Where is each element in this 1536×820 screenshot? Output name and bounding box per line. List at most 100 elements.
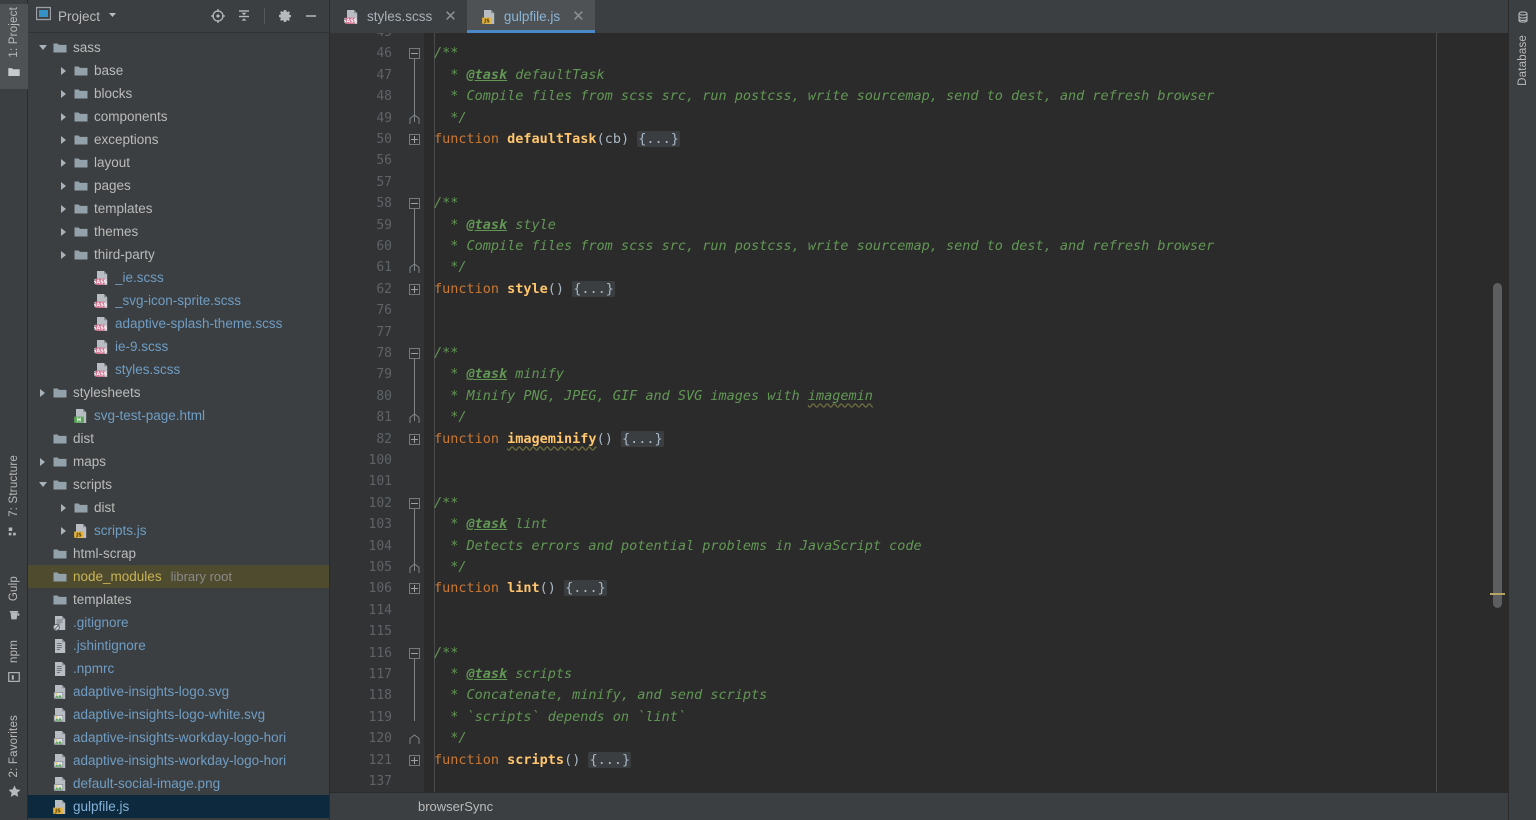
fold-expand-icon[interactable]	[409, 283, 420, 295]
code-line[interactable]: */	[424, 108, 466, 129]
tree-folder-row[interactable]: layout	[28, 151, 329, 174]
code-line[interactable]: /**	[424, 343, 458, 364]
chevron-right-icon[interactable]	[57, 225, 70, 238]
tree-folder-row[interactable]: dist	[28, 496, 329, 519]
tool-window-button-database[interactable]: Database	[1509, 6, 1536, 91]
tree-folder-row[interactable]: exceptions	[28, 128, 329, 151]
tool-window-button-structure[interactable]: 7: Structure	[0, 452, 28, 548]
code-line[interactable]	[424, 322, 434, 343]
code-line[interactable]: * @task scripts	[424, 664, 572, 685]
code-line[interactable]: function imageminify() {...}	[424, 429, 664, 450]
tree-folder-row[interactable]: sass	[28, 36, 329, 59]
code-line[interactable]	[424, 471, 434, 492]
code-line[interactable]: */	[424, 407, 466, 428]
tree-folder-row[interactable]: templates	[28, 588, 329, 611]
code-line[interactable]: function style() {...}	[424, 279, 615, 300]
code-text-area[interactable]: /** * @task defaultTask * Compile files …	[424, 33, 1508, 792]
project-file-tree[interactable]: sass base blocks components exceptions layout…	[28, 33, 329, 820]
tree-folder-row[interactable]: maps	[28, 450, 329, 473]
tree-file-row[interactable]: .npmrc	[28, 657, 329, 680]
fold-collapse-icon[interactable]	[409, 48, 420, 60]
code-editor[interactable]: 45 46 47 48 49 50 56 57 58 59 60 61 62 76 77 78 79 80 81 82…	[330, 33, 1508, 792]
fold-region-end-icon[interactable]	[409, 732, 420, 745]
tree-folder-row[interactable]: templates	[28, 197, 329, 220]
chevron-right-icon[interactable]	[57, 501, 70, 514]
fold-region-end-icon[interactable]	[409, 261, 420, 274]
tree-file-row[interactable]: adaptive-insights-logo-white.svg	[28, 703, 329, 726]
tree-file-row[interactable]: JS gulpfile.js	[28, 795, 329, 818]
code-line[interactable]: /**	[424, 193, 458, 214]
editor-tab-gulpfile-js[interactable]: JS gulpfile.js ✕	[466, 0, 595, 33]
code-line[interactable]	[424, 600, 434, 621]
fold-collapse-icon[interactable]	[409, 647, 420, 659]
fold-expand-icon[interactable]	[409, 754, 420, 766]
tree-folder-row[interactable]: blocks	[28, 82, 329, 105]
tree-folder-row[interactable]: pages	[28, 174, 329, 197]
scrollbar-thumb[interactable]	[1493, 283, 1502, 608]
close-icon[interactable]: ✕	[572, 9, 585, 24]
editor-vertical-scrollbar[interactable]	[1486, 33, 1508, 792]
code-line[interactable]: * `scripts` depends on `lint`	[424, 707, 686, 728]
close-icon[interactable]: ✕	[444, 9, 457, 24]
fold-collapse-icon[interactable]	[409, 348, 420, 359]
tree-file-row[interactable]: SASS _svg-icon-sprite.scss	[28, 289, 329, 312]
tree-file-row[interactable]: adaptive-insights-workday-logo-hori	[28, 726, 329, 749]
tool-window-button-favorites[interactable]: 2: Favorites	[0, 712, 28, 809]
code-line[interactable]	[424, 33, 434, 43]
code-line[interactable]: * @task style	[424, 215, 556, 236]
chevron-right-icon[interactable]	[57, 87, 70, 100]
tree-folder-row[interactable]: third-party	[28, 243, 329, 266]
chevron-right-icon[interactable]	[57, 133, 70, 146]
fold-expand-icon[interactable]	[409, 134, 420, 145]
fold-region-end-icon[interactable]	[409, 411, 420, 424]
code-line[interactable]: /**	[424, 643, 458, 664]
tree-file-row[interactable]: adaptive-insights-logo.svg	[28, 680, 329, 703]
code-line[interactable]	[424, 621, 434, 642]
tree-file-row[interactable]: default-social-image.png	[28, 772, 329, 795]
tree-file-row[interactable]: .gitignore	[28, 611, 329, 634]
code-line[interactable]: * @task minify	[424, 364, 564, 385]
chevron-right-icon[interactable]	[57, 64, 70, 77]
code-line[interactable]: /**	[424, 43, 458, 64]
chevron-right-icon[interactable]	[57, 179, 70, 192]
minimize-icon[interactable]	[303, 8, 319, 24]
chevron-right-icon[interactable]	[36, 455, 49, 468]
tree-file-row[interactable]: .jshintignore	[28, 634, 329, 657]
chevron-down-icon[interactable]	[36, 478, 49, 491]
tree-file-row[interactable]: adaptive-insights-workday-logo-hori	[28, 749, 329, 772]
tree-file-row[interactable]: SASS adaptive-splash-theme.scss	[28, 312, 329, 335]
code-line[interactable]	[424, 172, 434, 193]
code-line[interactable]: * Detects errors and potential problems …	[424, 536, 921, 557]
code-line[interactable]: * @task lint	[424, 514, 548, 535]
code-line[interactable]: */	[424, 557, 466, 578]
chevron-right-icon[interactable]	[57, 110, 70, 123]
chevron-right-icon[interactable]	[57, 524, 70, 537]
tree-folder-row[interactable]: node_modules library root	[28, 565, 329, 588]
tree-folder-row[interactable]: base	[28, 59, 329, 82]
chevron-right-icon[interactable]	[36, 386, 49, 399]
code-line[interactable]: */	[424, 257, 466, 278]
code-line[interactable]	[424, 771, 434, 792]
tree-folder-row[interactable]: stylesheets	[28, 381, 329, 404]
code-line[interactable]: * Concatenate, minify, and send scripts	[424, 685, 767, 706]
code-folding-gutter[interactable]	[406, 33, 424, 792]
chevron-down-icon[interactable]	[107, 7, 118, 25]
fold-collapse-icon[interactable]	[409, 497, 420, 509]
code-line[interactable]: function lint() {...}	[424, 578, 607, 599]
fold-collapse-icon[interactable]	[409, 198, 420, 210]
code-line[interactable]: * Minify PNG, JPEG, GIF and SVG images w…	[424, 386, 873, 407]
code-line[interactable]: function scripts() {...}	[424, 750, 632, 771]
chevron-right-icon[interactable]	[57, 248, 70, 261]
chevron-right-icon[interactable]	[57, 156, 70, 169]
code-line[interactable]	[424, 300, 434, 321]
tree-file-row[interactable]: SASS _ie.scss	[28, 266, 329, 289]
code-line[interactable]: /**	[424, 493, 458, 514]
fold-region-end-icon[interactable]	[409, 561, 420, 573]
tool-window-button-project[interactable]: 1: Project	[0, 4, 28, 89]
fold-region-end-icon[interactable]	[409, 112, 420, 124]
code-line[interactable]	[424, 450, 434, 471]
code-line[interactable]: * Compile files from scss src, run postc…	[424, 86, 1214, 107]
code-line[interactable]	[424, 150, 434, 171]
tool-window-button-npm[interactable]: npm	[0, 637, 28, 694]
tree-folder-row[interactable]: themes	[28, 220, 329, 243]
